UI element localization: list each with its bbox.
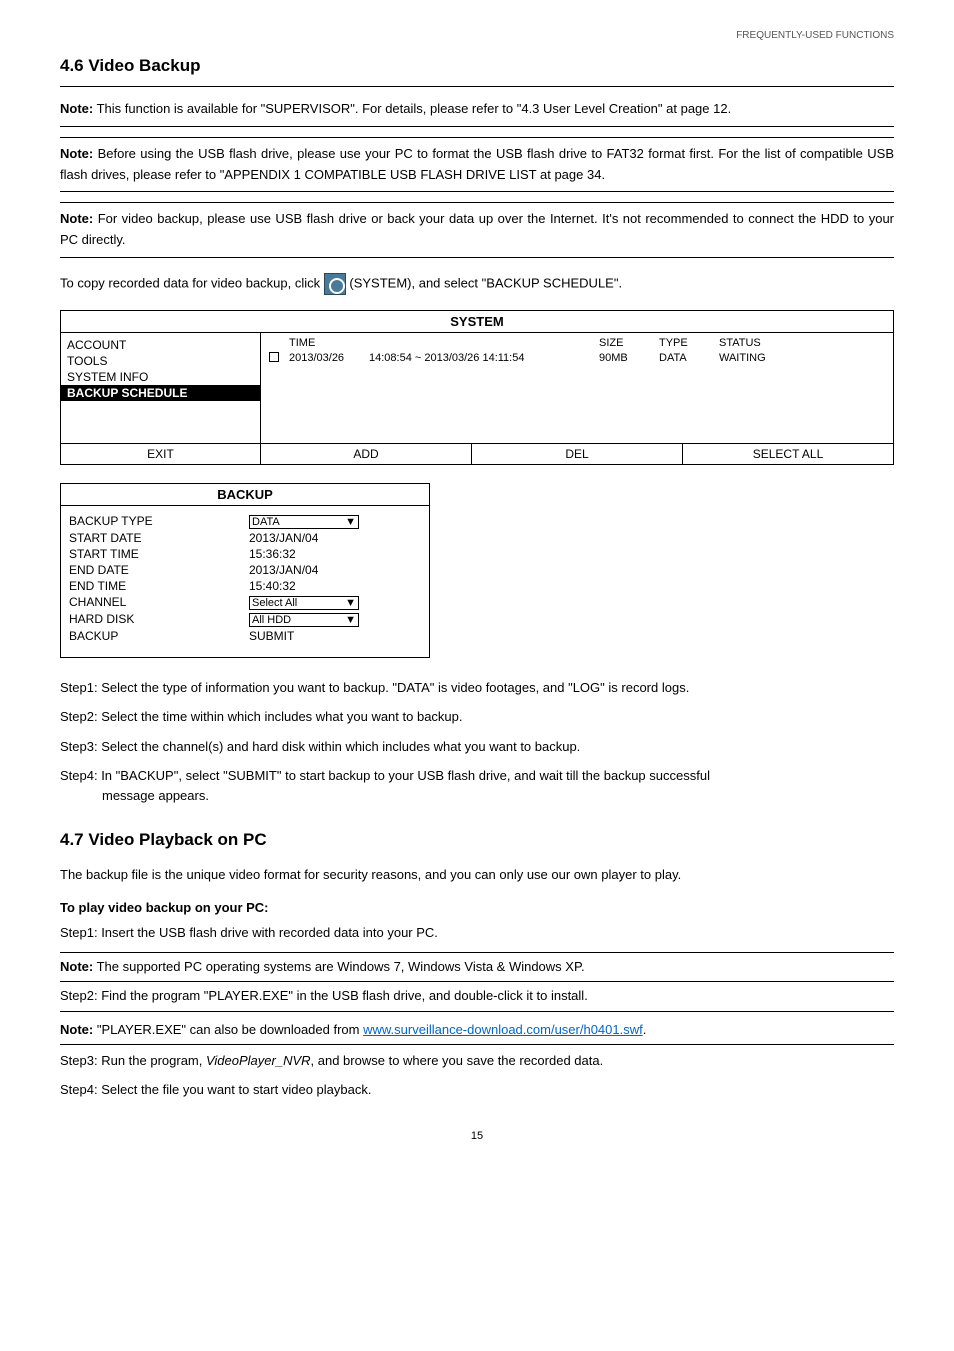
hard-disk-dropdown[interactable]: All HDD▼ [249, 613, 359, 627]
note-47-2: Note: "PLAYER.EXE" can also be downloade… [60, 1016, 894, 1045]
note-3-text: For video backup, please use USB flash d… [60, 211, 894, 247]
note-2-label: Note: [60, 146, 93, 161]
note-3: Note: For video backup, please use USB f… [60, 202, 894, 258]
channel-label: CHANNEL [69, 595, 249, 610]
system-panel: SYSTEM ACCOUNT TOOLS SYSTEM INFO BACKUP … [60, 310, 894, 465]
system-panel-title: SYSTEM [61, 311, 893, 333]
row-range: 14:08:54 ~ 2013/03/26 14:11:54 [369, 352, 599, 365]
backup-label-row: BACKUP [69, 629, 249, 643]
section-4-7-intro: The backup file is the unique video form… [60, 865, 894, 885]
hard-disk-label: HARD DISK [69, 612, 249, 627]
schedule-row[interactable]: 2013/03/26 14:08:54 ~ 2013/03/26 14:11:5… [269, 352, 885, 365]
step-2: Step2: Select the time within which incl… [60, 707, 894, 727]
end-time-label: END TIME [69, 579, 249, 593]
step47-2: Step2: Find the program "PLAYER.EXE" in … [60, 986, 894, 1013]
backup-panel: BACKUP BACKUP TYPE DATA▼ START DATE 2013… [60, 483, 430, 658]
row-type: DATA [659, 352, 719, 365]
note-47-1: Note: The supported PC operating systems… [60, 952, 894, 982]
start-date-value: 2013/JAN/04 [249, 531, 421, 545]
col-type-header: TYPE [659, 337, 719, 349]
page-header-right: FREQUENTLY-USED FUNCTIONS [60, 30, 894, 41]
backup-submit[interactable]: SUBMIT [249, 629, 421, 643]
select-all-button[interactable]: SELECT ALL [683, 444, 893, 464]
step47-1: Step1: Insert the USB flash drive with r… [60, 923, 894, 943]
section-4-6-title: 4.6 Video Backup [60, 56, 894, 76]
backup-panel-title: BACKUP [61, 484, 429, 506]
add-button[interactable]: ADD [261, 444, 472, 464]
row-checkbox[interactable] [269, 352, 279, 362]
start-time-value: 15:36:32 [249, 547, 421, 561]
note-47-2-text-a: "PLAYER.EXE" can also be downloaded from [97, 1022, 363, 1037]
step47-3: Step3: Run the program, VideoPlayer_NVR,… [60, 1051, 894, 1071]
start-date-label: START DATE [69, 531, 249, 545]
system-sidebar: ACCOUNT TOOLS SYSTEM INFO BACKUP SCHEDUL… [61, 333, 261, 443]
sidebar-item-account[interactable]: ACCOUNT [61, 337, 260, 353]
exit-button[interactable]: EXIT [61, 444, 261, 464]
system-icon [324, 273, 346, 295]
note-1: Note: This function is available for "SU… [60, 86, 894, 127]
end-date-label: END DATE [69, 563, 249, 577]
col-time-header: TIME [289, 337, 369, 349]
sidebar-item-system-info[interactable]: SYSTEM INFO [61, 369, 260, 385]
note-2-text: Before using the USB flash drive, please… [60, 146, 894, 182]
start-time-label: START TIME [69, 547, 249, 561]
note-47-1-label: Note: [60, 959, 93, 974]
intro-text: To copy recorded data for video backup, … [60, 273, 894, 295]
chevron-down-icon: ▼ [345, 597, 356, 609]
play-backup-subhead: To play video backup on your PC: [60, 900, 894, 915]
note-47-2-label: Note: [60, 1022, 93, 1037]
download-link[interactable]: www.surveillance-download.com/user/h0401… [363, 1022, 643, 1037]
end-time-value: 15:40:32 [249, 579, 421, 593]
system-main: TIME SIZE TYPE STATUS 2013/03/26 14:08:5… [261, 333, 893, 443]
step-1: Step1: Select the type of information yo… [60, 678, 894, 698]
col-size-header: SIZE [599, 337, 659, 349]
step-4: Step4: In "BACKUP", select "SUBMIT" to s… [60, 766, 894, 805]
note-2: Note: Before using the USB flash drive, … [60, 137, 894, 193]
page-number: 15 [60, 1130, 894, 1142]
note-47-2-text-b: . [643, 1022, 647, 1037]
note-1-text: This function is available for "SUPERVIS… [97, 101, 732, 116]
note-47-1-text: The supported PC operating systems are W… [97, 959, 585, 974]
channel-dropdown[interactable]: Select All▼ [249, 596, 359, 610]
intro-a: To copy recorded data for video backup, … [60, 275, 324, 290]
backup-type-label: BACKUP TYPE [69, 514, 249, 529]
row-size: 90MB [599, 352, 659, 365]
col-status-header: STATUS [719, 337, 789, 349]
step47-4: Step4: Select the file you want to start… [60, 1080, 894, 1100]
note-3-label: Note: [60, 211, 93, 226]
section-4-7-title: 4.7 Video Playback on PC [60, 830, 894, 850]
chevron-down-icon: ▼ [345, 516, 356, 528]
del-button[interactable]: DEL [472, 444, 683, 464]
backup-type-dropdown[interactable]: DATA▼ [249, 515, 359, 529]
chevron-down-icon: ▼ [345, 614, 356, 626]
row-time: 2013/03/26 [289, 352, 369, 365]
sidebar-item-backup-schedule[interactable]: BACKUP SCHEDULE [61, 385, 260, 401]
sidebar-item-tools[interactable]: TOOLS [61, 353, 260, 369]
intro-b: (SYSTEM), and select "BACKUP SCHEDULE". [349, 275, 622, 290]
row-status: WAITING [719, 352, 789, 365]
step-3: Step3: Select the channel(s) and hard di… [60, 737, 894, 757]
note-1-label: Note: [60, 101, 93, 116]
end-date-value: 2013/JAN/04 [249, 563, 421, 577]
